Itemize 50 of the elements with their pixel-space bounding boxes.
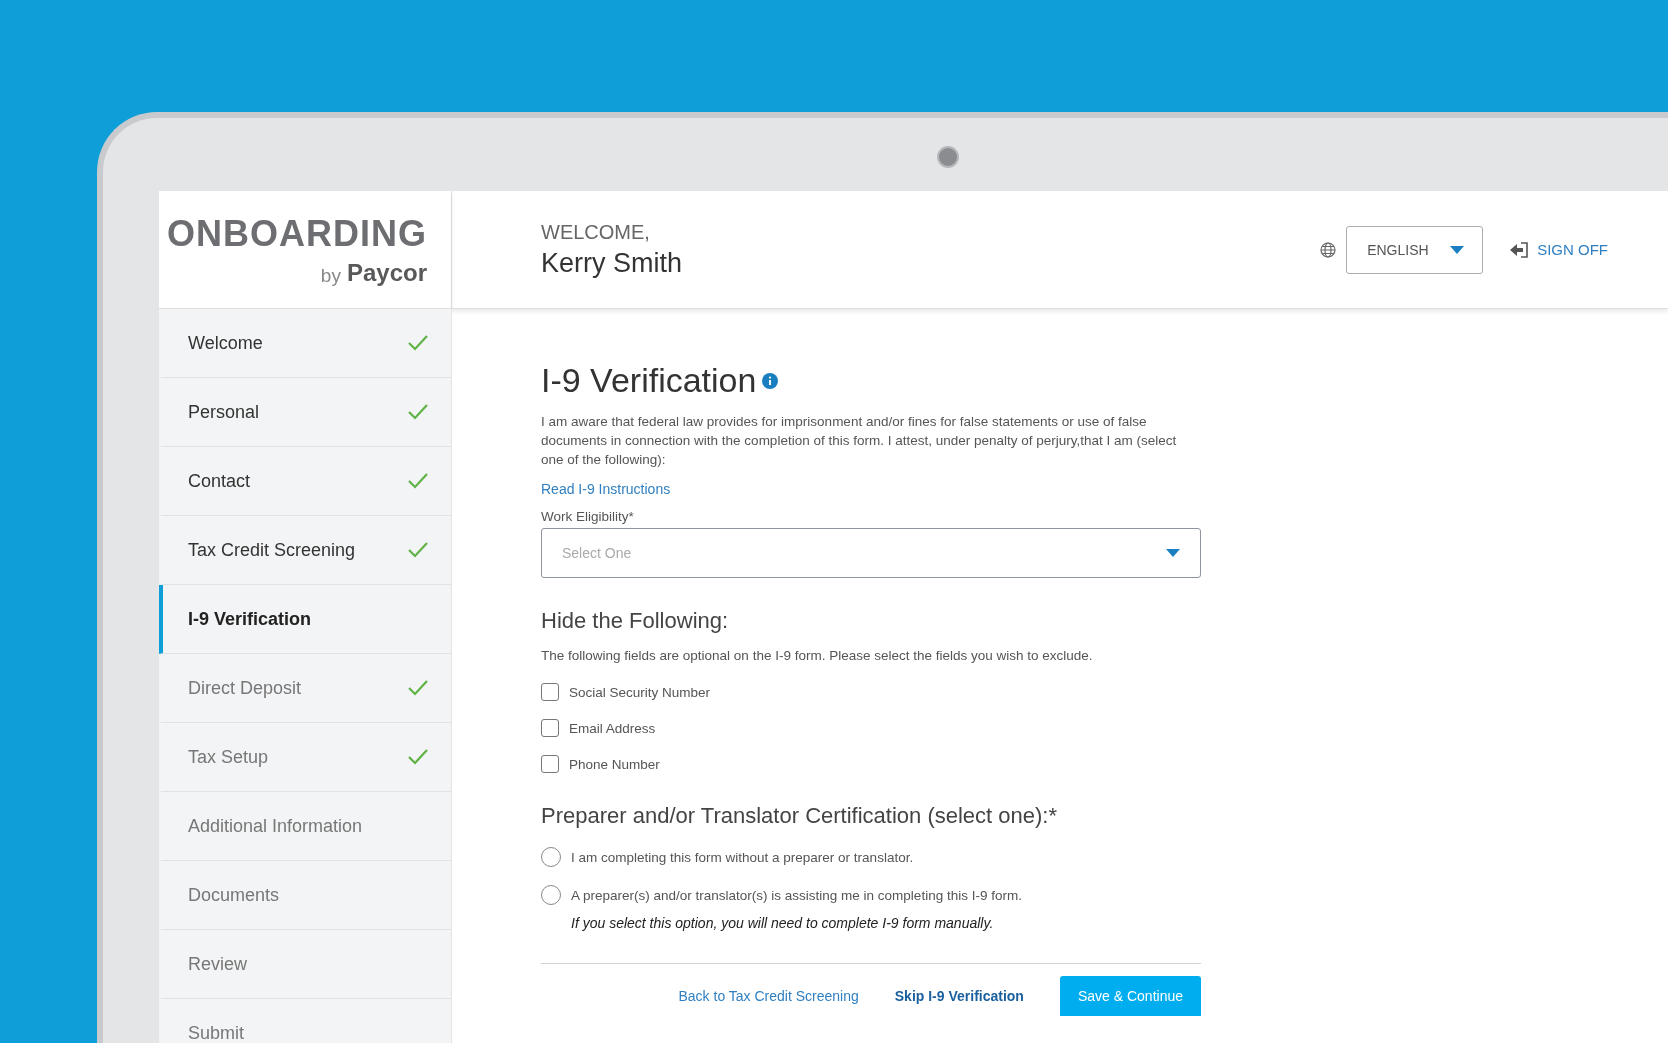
save-continue-button[interactable]: Save & Continue: [1059, 976, 1201, 1016]
sidebar-item[interactable]: Personal: [159, 378, 451, 447]
info-icon: [762, 372, 779, 389]
instructions-link[interactable]: Read I-9 Instructions: [541, 481, 671, 497]
sidebar-item[interactable]: Welcome: [159, 309, 451, 378]
checkmark-icon: [407, 334, 429, 352]
sidebar-item[interactable]: Submit: [159, 999, 451, 1043]
logo-company: Paycor: [346, 259, 427, 287]
caret-icon: [1166, 549, 1180, 557]
intro-paragraph: I am aware that federal law provides for imprisonment and/or fines for false statements or use of false documents in connection with the completion of this form. I attest, under penalty of perjury,that I am (select one of the following):: [541, 413, 1178, 469]
back-link[interactable]: Back to Tax Credit Screening: [678, 988, 859, 1004]
section-heading: Hide the Following:: [541, 608, 730, 634]
checkbox[interactable]: [541, 719, 559, 737]
skip-link[interactable]: Skip I-9 Verification: [894, 988, 1024, 1004]
welcome-label: WELCOME,: [541, 220, 651, 244]
checkmark-icon: [407, 403, 429, 421]
checkbox-label: Phone Number: [569, 756, 660, 772]
sidebar-item[interactable]: Direct Deposit: [159, 654, 451, 723]
sidebar-item[interactable]: Tax Setup: [159, 723, 451, 792]
sidebar-item[interactable]: Tax Credit Screening: [159, 516, 451, 585]
logo-title: ONBOARDING: [167, 213, 427, 255]
field-label: Work Eligibility*: [541, 509, 635, 524]
language-dropdown[interactable]: ENGLISH: [1346, 225, 1484, 274]
globe-icon: [1320, 241, 1337, 258]
checkbox-label: Social Security Number: [569, 684, 711, 700]
section-heading: Preparer and/or Translator Certification (select one):*: [541, 803, 1058, 829]
sidebar-item[interactable]: Documents: [159, 861, 451, 930]
checkmark-icon: [407, 541, 429, 559]
checkbox[interactable]: [541, 683, 559, 701]
page-title: I-9 Verification: [541, 361, 1201, 400]
checkbox-label: Email Address: [569, 720, 656, 736]
radio-label: A preparer(s) and/or translator(s) is assisting me in completing this I-9 form.: [571, 887, 1022, 903]
checkbox[interactable]: [541, 755, 559, 773]
checkmark-icon: [407, 472, 429, 490]
sidebar-item[interactable]: Review: [159, 930, 451, 999]
sidebar-item[interactable]: I-9 Verification: [159, 585, 451, 654]
caret-icon: [1450, 245, 1465, 254]
section-note: The following fields are optional on the I-9 form. Please select the fields you wish to exclude.: [541, 647, 1094, 665]
sidebar-item[interactable]: Additional Information: [159, 792, 451, 861]
user-name: Kerry Smith: [541, 247, 684, 279]
camera-icon: [937, 146, 959, 168]
checkmark-icon: [407, 748, 429, 766]
sidebar-item[interactable]: Contact: [159, 447, 451, 516]
radio-label: I am completing this form without a preparer or translator.: [571, 849, 914, 865]
option-note: If you select this option, you will need to complete I-9 form manually.: [571, 915, 995, 931]
sign-off-link[interactable]: SIGN OFF: [1509, 240, 1608, 259]
work-eligibility-dropdown[interactable]: Select One: [541, 528, 1201, 578]
checkmark-icon: [407, 679, 429, 697]
logo-byline: by: [320, 265, 341, 287]
sign-out-icon: [1509, 240, 1530, 259]
